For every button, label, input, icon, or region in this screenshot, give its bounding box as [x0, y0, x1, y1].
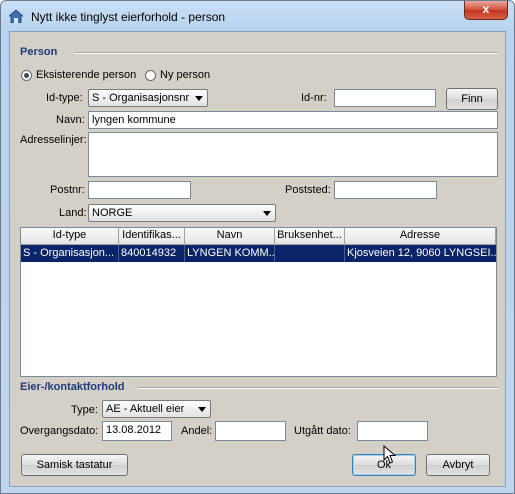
name-label: Navn:	[56, 114, 85, 126]
country-select[interactable]: NORGE	[88, 204, 276, 222]
table-cell: LYNGEN KOMM...	[185, 245, 275, 262]
radio-existing-indicator[interactable]	[21, 70, 32, 81]
table-cell: 840014932	[119, 245, 185, 262]
address-label: Adresselinjer:	[20, 134, 87, 146]
expired-date-label: Utgått dato:	[294, 425, 351, 437]
house-icon	[9, 10, 23, 23]
close-button[interactable]: x	[464, 1, 508, 20]
close-icon: x	[482, 2, 490, 16]
transition-date-label: Overgangsdato:	[20, 425, 99, 437]
radio-new-indicator[interactable]	[145, 70, 156, 81]
idtype-select[interactable]: S - Organisasjonsnr	[88, 89, 208, 107]
mouse-cursor-icon	[383, 445, 397, 464]
name-input[interactable]: lyngen kommune	[88, 111, 498, 129]
title-bar[interactable]: Nytt ikke tinglyst eierforhold - person …	[1, 1, 514, 31]
postnr-label: Postnr:	[50, 184, 85, 196]
country-value: NORGE	[92, 207, 133, 219]
results-table[interactable]: Id-type Identifikas... Navn Bruksenhet..…	[20, 227, 497, 377]
column-header-identification[interactable]: Identifikas...	[119, 228, 185, 244]
section-divider	[75, 52, 499, 54]
idtype-value: S - Organisasjonsnr	[92, 92, 190, 104]
dialog-body: Person Eksisterende person Ny person Id-…	[9, 31, 506, 487]
table-header: Id-type Identifikas... Navn Bruksenhet..…	[21, 228, 496, 245]
chevron-down-icon	[198, 407, 206, 412]
type-label: Type:	[71, 404, 98, 416]
window-title: Nytt ikke tinglyst eierforhold - person	[31, 10, 226, 24]
find-button[interactable]: Finn	[446, 88, 498, 110]
section-divider	[138, 387, 499, 389]
idnr-input[interactable]	[334, 89, 436, 107]
table-cell: S - Organisasjon...	[21, 245, 119, 262]
person-section-title: Person	[20, 46, 58, 58]
column-header-address[interactable]: Adresse	[345, 228, 496, 244]
poststed-input[interactable]	[334, 181, 437, 199]
column-header-unit[interactable]: Bruksenhet...	[275, 228, 345, 244]
share-label: Andel:	[181, 425, 213, 437]
country-label: Land:	[59, 207, 87, 219]
postnr-input[interactable]	[88, 181, 191, 199]
sami-keyboard-button[interactable]: Samisk tastatur	[21, 454, 128, 476]
table-cell	[275, 245, 345, 262]
radio-selected-dot	[24, 73, 29, 78]
owner-section-title: Eier-/kontaktforhold	[20, 381, 125, 393]
transition-date-input[interactable]: 13.08.2012	[102, 421, 172, 441]
share-input[interactable]	[215, 421, 286, 441]
idtype-label: Id-type:	[46, 92, 83, 104]
poststed-label: Poststed:	[285, 184, 331, 196]
column-header-name[interactable]: Navn	[185, 228, 275, 244]
dialog-window: Nytt ikke tinglyst eierforhold - person …	[0, 0, 515, 494]
table-cell: Kjosveien 12, 9060 LYNGSEI...	[347, 247, 496, 259]
radio-new-label: Ny person	[160, 69, 211, 81]
type-value: AE - Aktuell eier	[106, 403, 185, 415]
type-select[interactable]: AE - Aktuell eier	[102, 400, 211, 418]
expired-date-input[interactable]	[357, 421, 428, 441]
address-textarea[interactable]	[88, 132, 498, 177]
table-row[interactable]: S - Organisasjon... 840014932 LYNGEN KOM…	[21, 245, 496, 262]
radio-existing-label: Eksisterende person	[36, 69, 137, 81]
idnr-label: Id-nr:	[301, 92, 327, 104]
column-header-idtype[interactable]: Id-type	[21, 228, 119, 244]
cancel-button[interactable]: Avbryt	[426, 454, 490, 476]
chevron-down-icon	[195, 96, 203, 101]
chevron-down-icon	[263, 211, 271, 216]
